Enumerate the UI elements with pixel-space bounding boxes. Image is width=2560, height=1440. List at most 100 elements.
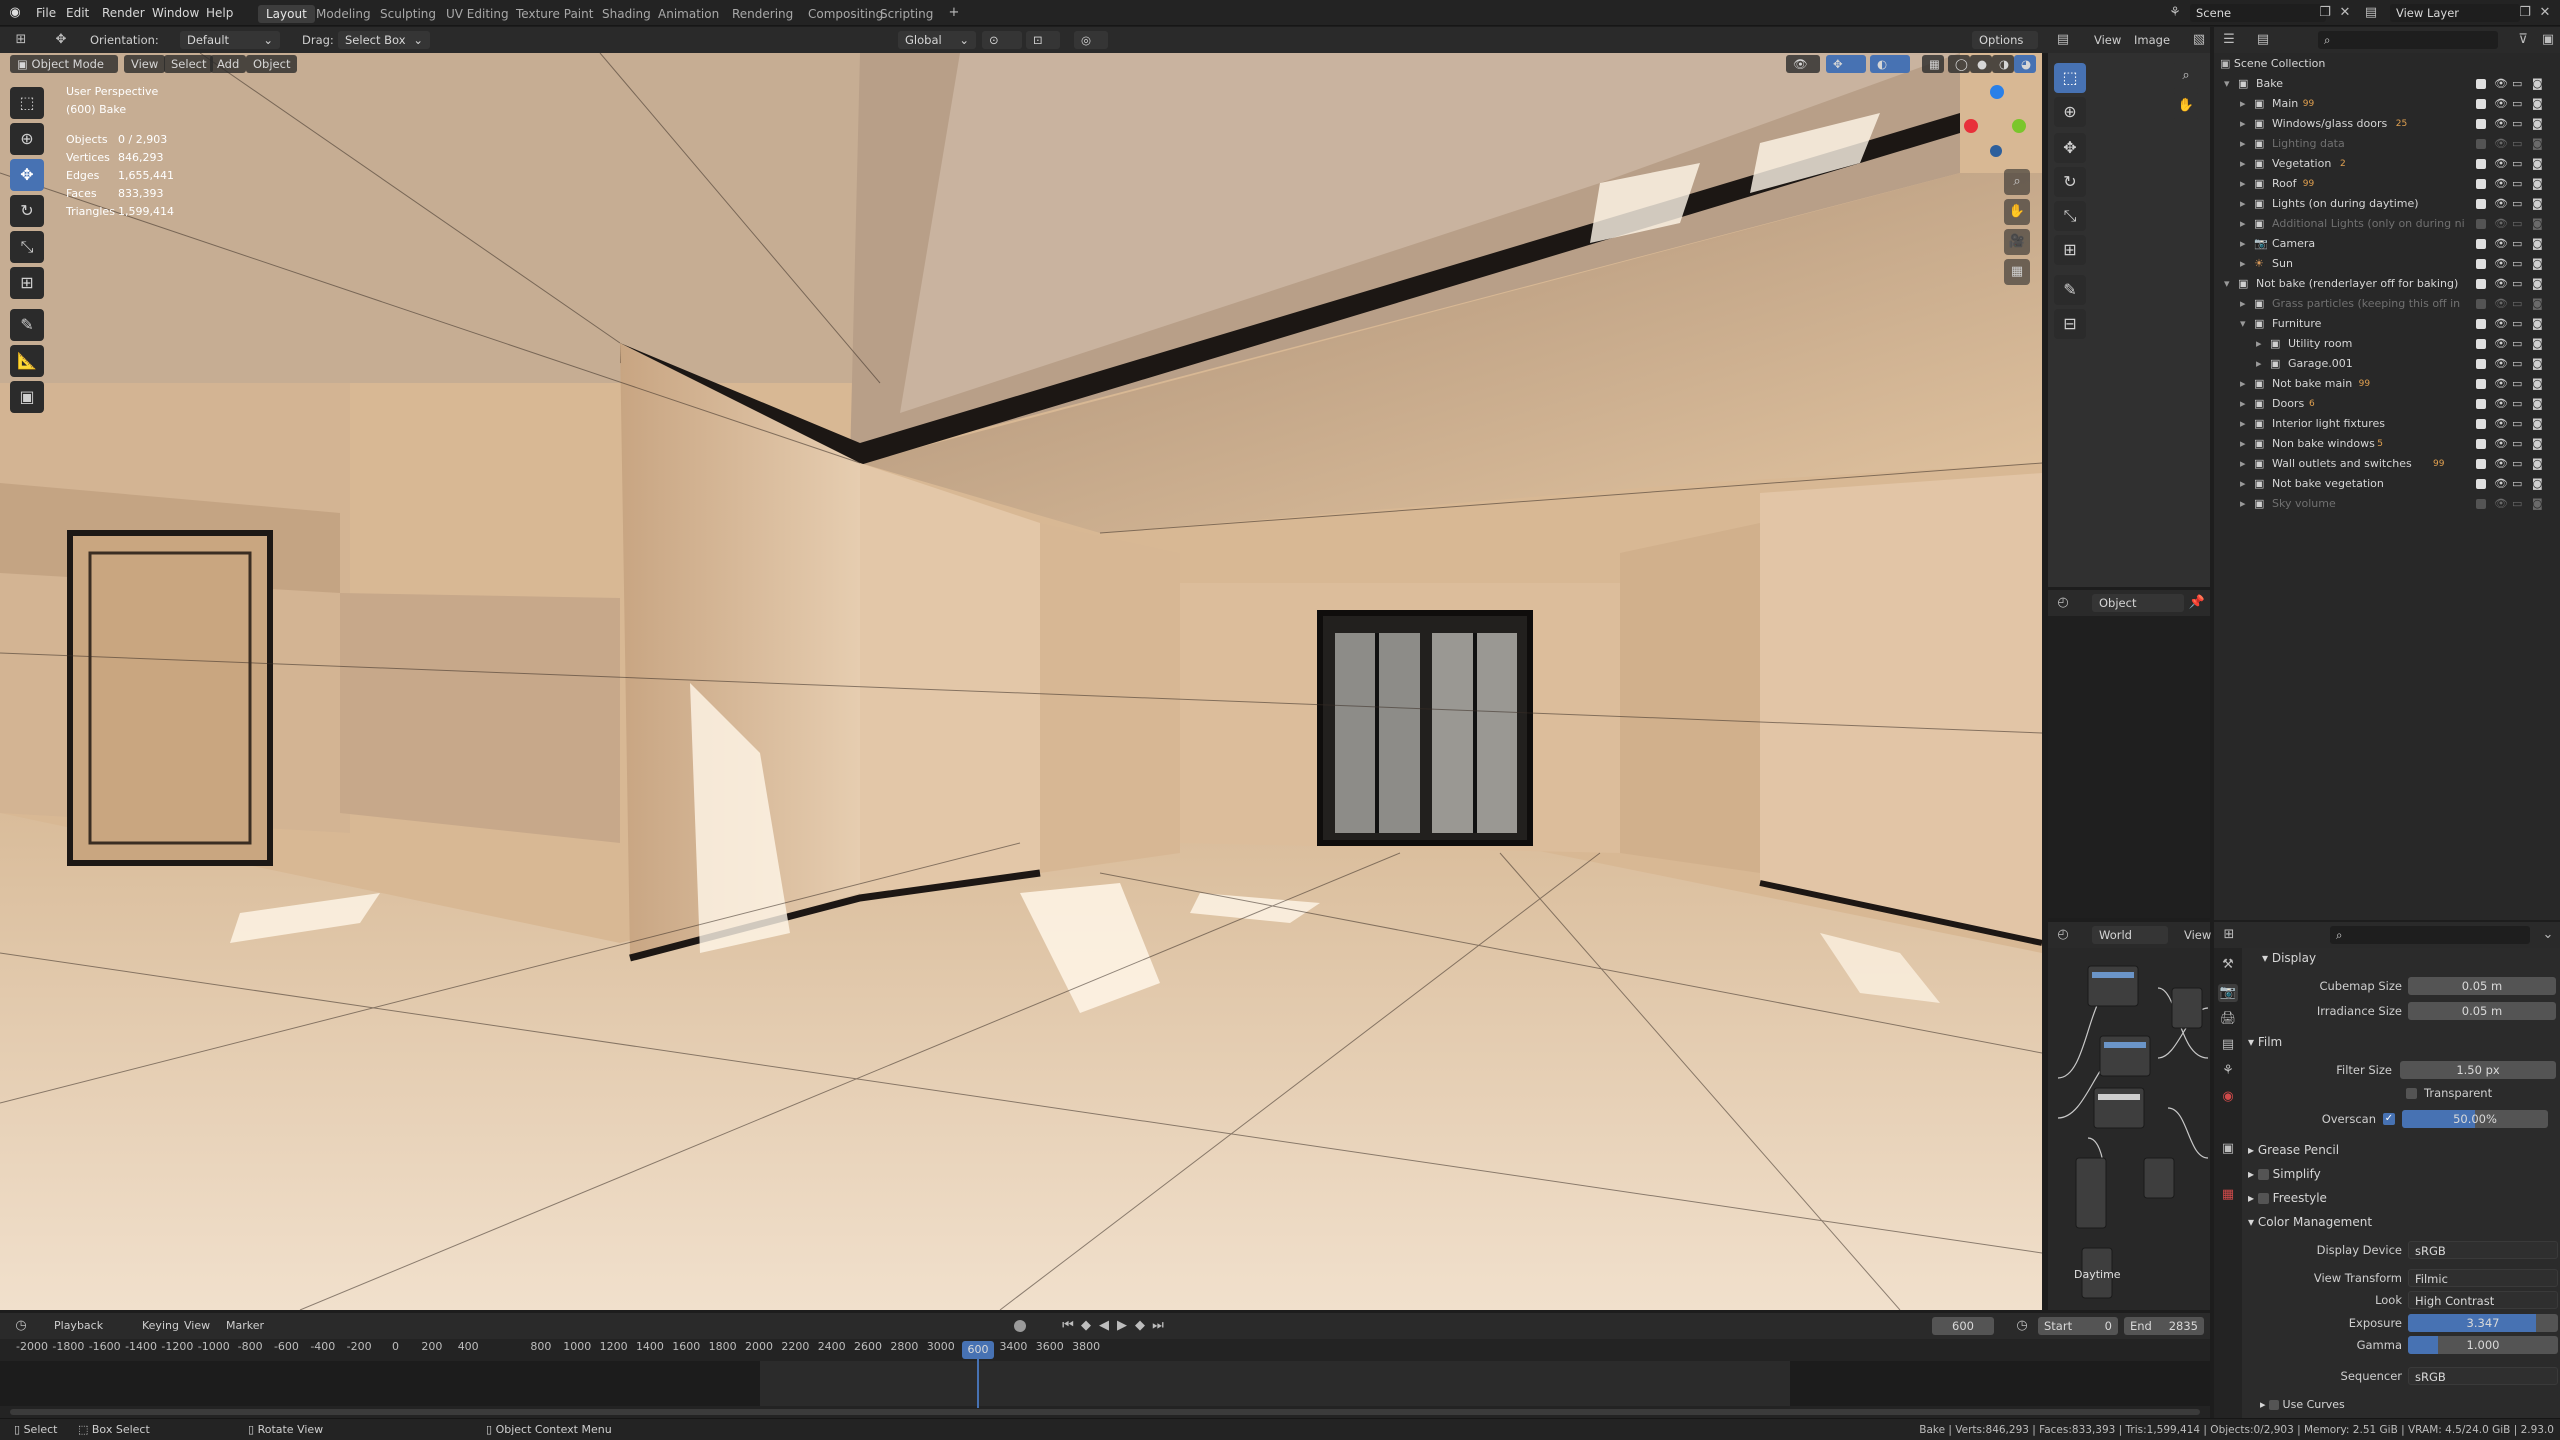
camera-render-icon[interactable]: ◙ [2532,174,2543,194]
object-mode-dropdown[interactable]: ▣ Object Mode [10,55,118,73]
pin-icon[interactable]: 📌 [2188,594,2206,612]
camera-render-icon[interactable]: ◙ [2532,234,2543,254]
cubemap-size-field[interactable]: 0.05 m [2408,977,2556,995]
use-curves-checkbox[interactable] [2269,1400,2280,1410]
expand-arrow-icon[interactable]: ▸ [2240,214,2246,234]
irradiance-size-field[interactable]: 0.05 m [2408,1002,2556,1020]
tool-tab-icon[interactable]: ⚒ [2218,956,2238,974]
camera-render-icon[interactable]: ◙ [2532,394,2543,414]
eye-icon[interactable]: 👁 [2494,174,2508,194]
timeline-menu-view[interactable]: View [184,1317,210,1335]
navigation-gizmo[interactable] [1958,85,2034,161]
monitor-icon[interactable]: ▭ [2512,254,2522,274]
image-editor-type-icon[interactable]: ▤ [2052,31,2074,49]
monitor-icon[interactable]: ▭ [2512,354,2522,374]
image-editor[interactable]: ⬚ ⊕ ✥ ↻ ⤡ ⊞ ✎ ⊟ ⌕ ✋ [2048,53,2210,587]
image-move-tool-icon[interactable]: ✥ [2054,133,2086,163]
preview-range-icon[interactable]: ◷ [2012,1317,2032,1335]
expand-arrow-icon[interactable]: ▸ [2240,174,2246,194]
gizmo-x-axis[interactable] [1964,119,1978,133]
expand-arrow-icon[interactable]: ▸ [2240,494,2246,514]
display-device-dropdown[interactable]: sRGB [2408,1241,2558,1259]
freestyle-checkbox[interactable] [2257,1193,2269,1204]
simplify-checkbox[interactable] [2257,1169,2269,1180]
image-annotate-tool-icon[interactable]: ✎ [2054,275,2086,305]
eye-icon[interactable]: 👁 [2494,334,2508,354]
monitor-icon[interactable]: ▭ [2512,414,2522,434]
node-view-menu[interactable]: View [2184,926,2211,944]
shading-material-icon[interactable]: ◑ [1992,55,2014,73]
image-editor-menu-view[interactable]: View [2094,31,2121,49]
monitor-icon[interactable]: ▭ [2512,294,2522,314]
scene-close-icon[interactable]: ✕ [2336,4,2354,22]
exclude-checkbox[interactable] [2476,279,2486,289]
scene-collection-row[interactable]: ▣ Scene Collection [2220,54,2325,74]
options-dropdown[interactable]: Options [1972,31,2038,49]
eye-icon[interactable]: 👁 [2494,114,2508,134]
shading-solid-icon[interactable]: ● [1970,55,1992,73]
eye-icon[interactable]: 👁 [2494,414,2508,434]
properties-type-icon[interactable]: ⊞ [2218,926,2240,944]
outliner-row[interactable]: ▸ ▣ Windows/glass doors 25 👁 ▭ ◙ [2214,114,2560,134]
monitor-icon[interactable]: ▭ [2512,374,2522,394]
camera-render-icon[interactable]: ◙ [2532,214,2543,234]
monitor-icon[interactable]: ▭ [2512,314,2522,334]
view-layer-selector[interactable]: View Layer [2390,4,2520,22]
exclude-checkbox[interactable] [2476,139,2486,149]
eye-icon[interactable]: 👁 [2494,234,2508,254]
playhead-frame-indicator[interactable]: 600 [962,1341,994,1359]
jump-end-icon[interactable]: ⏭ [1150,1317,1166,1335]
zoom-icon[interactable]: ⌕ [2004,169,2030,195]
outliner[interactable]: ▣ Scene Collection ▾ ▣ Bake 👁 ▭ ◙ ▸ ▣ Main 99 👁 ▭ ◙ ▸… [2214,53,2560,920]
eye-icon[interactable]: 👁 [2494,494,2508,514]
viewport-menu-select[interactable]: Select [164,55,214,73]
outliner-row[interactable]: ▸ ▣ Sky volume 👁 ▭ ◙ [2214,494,2560,514]
camera-render-icon[interactable]: ◙ [2532,314,2543,334]
expand-arrow-icon[interactable]: ▸ [2240,94,2246,114]
eye-icon[interactable]: 👁 [2494,154,2508,174]
image-transform-tool-icon[interactable]: ⊞ [2054,235,2086,265]
outliner-row[interactable]: ▾ ▣ Bake 👁 ▭ ◙ [2214,74,2560,94]
expand-arrow-icon[interactable]: ▸ [2240,454,2246,474]
transparent-checkbox[interactable] [2406,1088,2417,1099]
eye-icon[interactable]: 👁 [2494,454,2508,474]
orientation-dropdown[interactable]: Default ⌄ [180,31,280,49]
eye-icon[interactable]: 👁 [2494,394,2508,414]
select-tool-icon[interactable]: ⬚ [10,87,44,119]
outliner-row[interactable]: ▸ ▣ Lights (on during daytime) 👁 ▭ ◙ [2214,194,2560,214]
simplify-section-header[interactable]: ▸ Simplify [2248,1164,2321,1184]
menu-window[interactable]: Window [152,0,199,26]
shading-wireframe-icon[interactable]: ◯ [1948,55,1970,73]
expand-arrow-icon[interactable]: ▸ [2240,234,2246,254]
exclude-checkbox[interactable] [2476,219,2486,229]
exclude-checkbox[interactable] [2476,79,2486,89]
transform-space-dropdown[interactable]: Global ⌄ [898,31,976,49]
viewport-menu-add[interactable]: Add [210,55,247,73]
view-layer-close-icon[interactable]: ✕ [2536,4,2554,22]
exclude-checkbox[interactable] [2476,319,2486,329]
camera-render-icon[interactable]: ◙ [2532,434,2543,454]
shading-rendered-icon[interactable]: ◕ [2014,55,2036,73]
workspace-tab-layout[interactable]: Layout [258,5,315,23]
gizmo-neg-z[interactable] [1990,145,2002,157]
overscan-checkbox[interactable]: ✓ [2383,1113,2395,1125]
camera-render-icon[interactable]: ◙ [2532,274,2543,294]
exposure-slider[interactable]: 3.347 [2408,1314,2558,1332]
menu-edit[interactable]: Edit [66,0,89,26]
timeline-menu-playback[interactable]: Playback [54,1317,103,1335]
outliner-row[interactable]: ▸ ▣ Lighting data 👁 ▭ ◙ [2214,134,2560,154]
image-pan-icon[interactable]: ✋ [2172,93,2200,119]
freestyle-section-header[interactable]: ▸ Freestyle [2248,1188,2327,1208]
scene-selector[interactable]: Scene [2190,4,2326,22]
outliner-row[interactable]: ▸ ▣ Additional Lights (only on during ni 👁 ▭… [2214,214,2560,234]
exclude-checkbox[interactable] [2476,499,2486,509]
node-editor[interactable]: Daytime [2048,948,2210,1310]
monitor-icon[interactable]: ▭ [2512,474,2522,494]
eye-icon[interactable]: 👁 [2494,254,2508,274]
expand-arrow-icon[interactable]: ▸ [2240,474,2246,494]
eye-icon[interactable]: 👁 [2494,94,2508,114]
exclude-checkbox[interactable] [2476,179,2486,189]
image-select-tool-icon[interactable]: ⬚ [2054,63,2086,93]
exclude-checkbox[interactable] [2476,119,2486,129]
camera-render-icon[interactable]: ◙ [2532,254,2543,274]
